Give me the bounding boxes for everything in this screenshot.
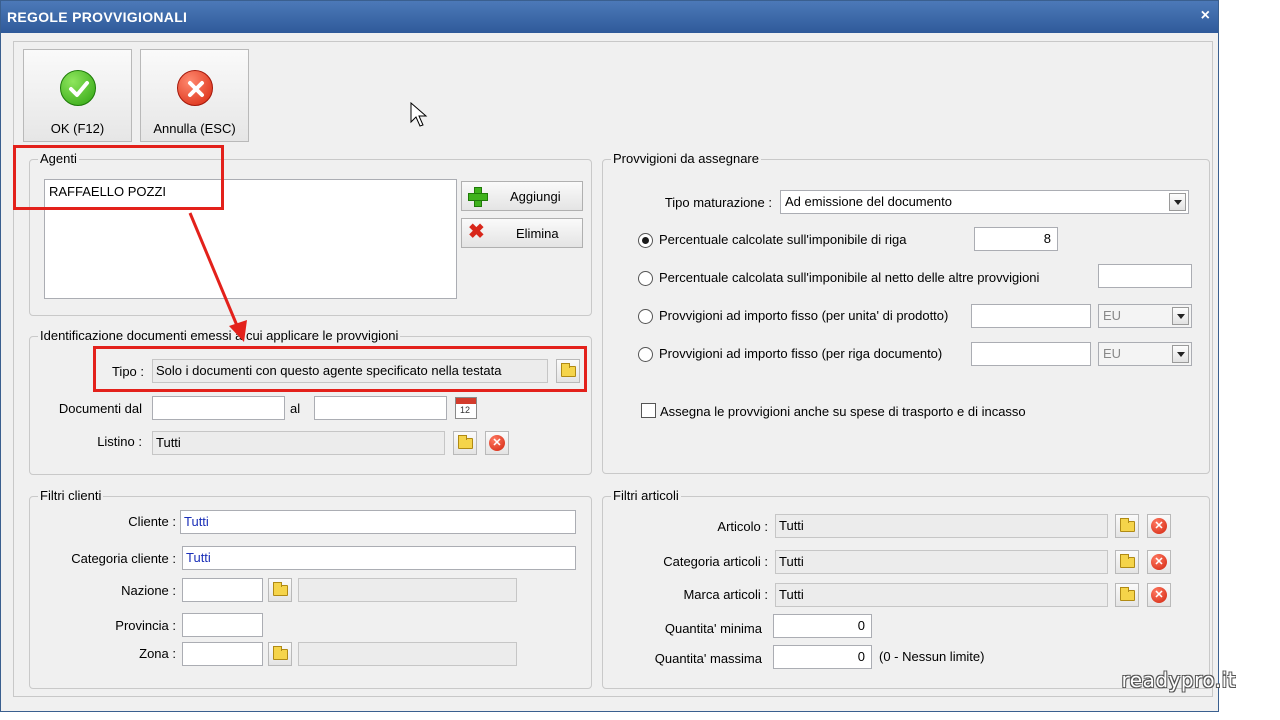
annotation-arrow bbox=[188, 212, 247, 342]
mouse-cursor-icon bbox=[410, 102, 428, 127]
watermark: readypro.it bbox=[1121, 668, 1236, 692]
